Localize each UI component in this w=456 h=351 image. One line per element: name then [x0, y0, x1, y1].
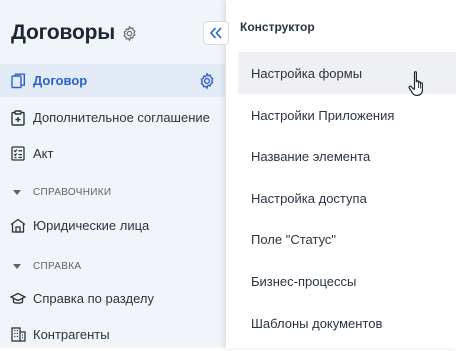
checklist-icon	[10, 146, 26, 162]
menu-item-business-processes[interactable]: Бизнес-процессы	[238, 260, 456, 302]
section-reference[interactable]: СПРАВКА	[0, 256, 225, 276]
menu-item-status-field[interactable]: Поле "Статус"	[238, 218, 456, 260]
caret-down-icon	[13, 263, 21, 269]
menu-header: Конструктор	[240, 20, 315, 34]
sidebar-item-label: Справка по разделу	[33, 291, 154, 306]
section-label: СПРАВКА	[33, 260, 82, 272]
menu-item-label: Поле "Статус"	[251, 231, 337, 247]
menu-item-document-templates[interactable]: Шаблоны документов	[238, 302, 456, 344]
menu-item-label: Настройка доступа	[251, 190, 367, 206]
sidebar-item-contract[interactable]: Договор	[0, 64, 225, 97]
graduation-cap-icon	[10, 291, 26, 307]
gear-icon[interactable]	[198, 71, 216, 90]
clipboard-add-icon	[10, 109, 26, 126]
menu-item-access-settings[interactable]: Настройка доступа	[238, 177, 456, 219]
menu-item-label: Настройки Приложения	[251, 107, 395, 123]
office-building-icon	[10, 327, 26, 343]
section-directories[interactable]: СПРАВОЧНИКИ	[0, 182, 225, 202]
menu-item-label: Название элемента	[251, 148, 371, 164]
sidebar: Договоры Договор Дополнительное соглашен…	[0, 0, 227, 348]
sidebar-item-label: Контрагенты	[33, 327, 110, 342]
caret-down-icon	[13, 189, 21, 195]
menu-item-label: Шаблоны документов	[251, 315, 383, 331]
sidebar-item-act[interactable]: Акт	[0, 137, 225, 170]
menu-item-label: Настройка формы	[251, 65, 363, 81]
double-chevron-left-icon	[209, 27, 223, 39]
building-icon	[10, 218, 26, 234]
sidebar-item-label: Юридические лица	[33, 218, 150, 233]
menu-item-element-name[interactable]: Название элемента	[238, 135, 456, 177]
sidebar-item-legal-entities[interactable]: Юридические лица	[0, 209, 225, 242]
document-copy-icon	[10, 73, 26, 89]
menu-item-app-settings[interactable]: Настройки Приложения	[238, 94, 456, 136]
sidebar-header: Договоры	[11, 20, 138, 46]
page-title: Договоры	[11, 21, 115, 44]
sidebar-item-label: Дополнительное соглашение	[33, 110, 210, 125]
section-label: СПРАВОЧНИКИ	[33, 186, 112, 198]
sidebar-item-section-help[interactable]: Справка по разделу	[0, 282, 225, 315]
menu-item-label: Бизнес-процессы	[251, 273, 357, 289]
collapse-sidebar-button[interactable]	[203, 21, 229, 45]
sidebar-item-label: Договор	[33, 73, 88, 88]
hand-pointer-icon	[408, 70, 430, 98]
sidebar-item-label: Акт	[33, 146, 54, 161]
sidebar-item-counterparties[interactable]: Контрагенты	[0, 318, 225, 351]
gear-icon[interactable]	[121, 24, 138, 42]
constructor-menu: Конструктор Настройка формы Настройки Пр…	[226, 0, 456, 348]
sidebar-item-supplementary-agreement[interactable]: Дополнительное соглашение	[0, 101, 225, 134]
